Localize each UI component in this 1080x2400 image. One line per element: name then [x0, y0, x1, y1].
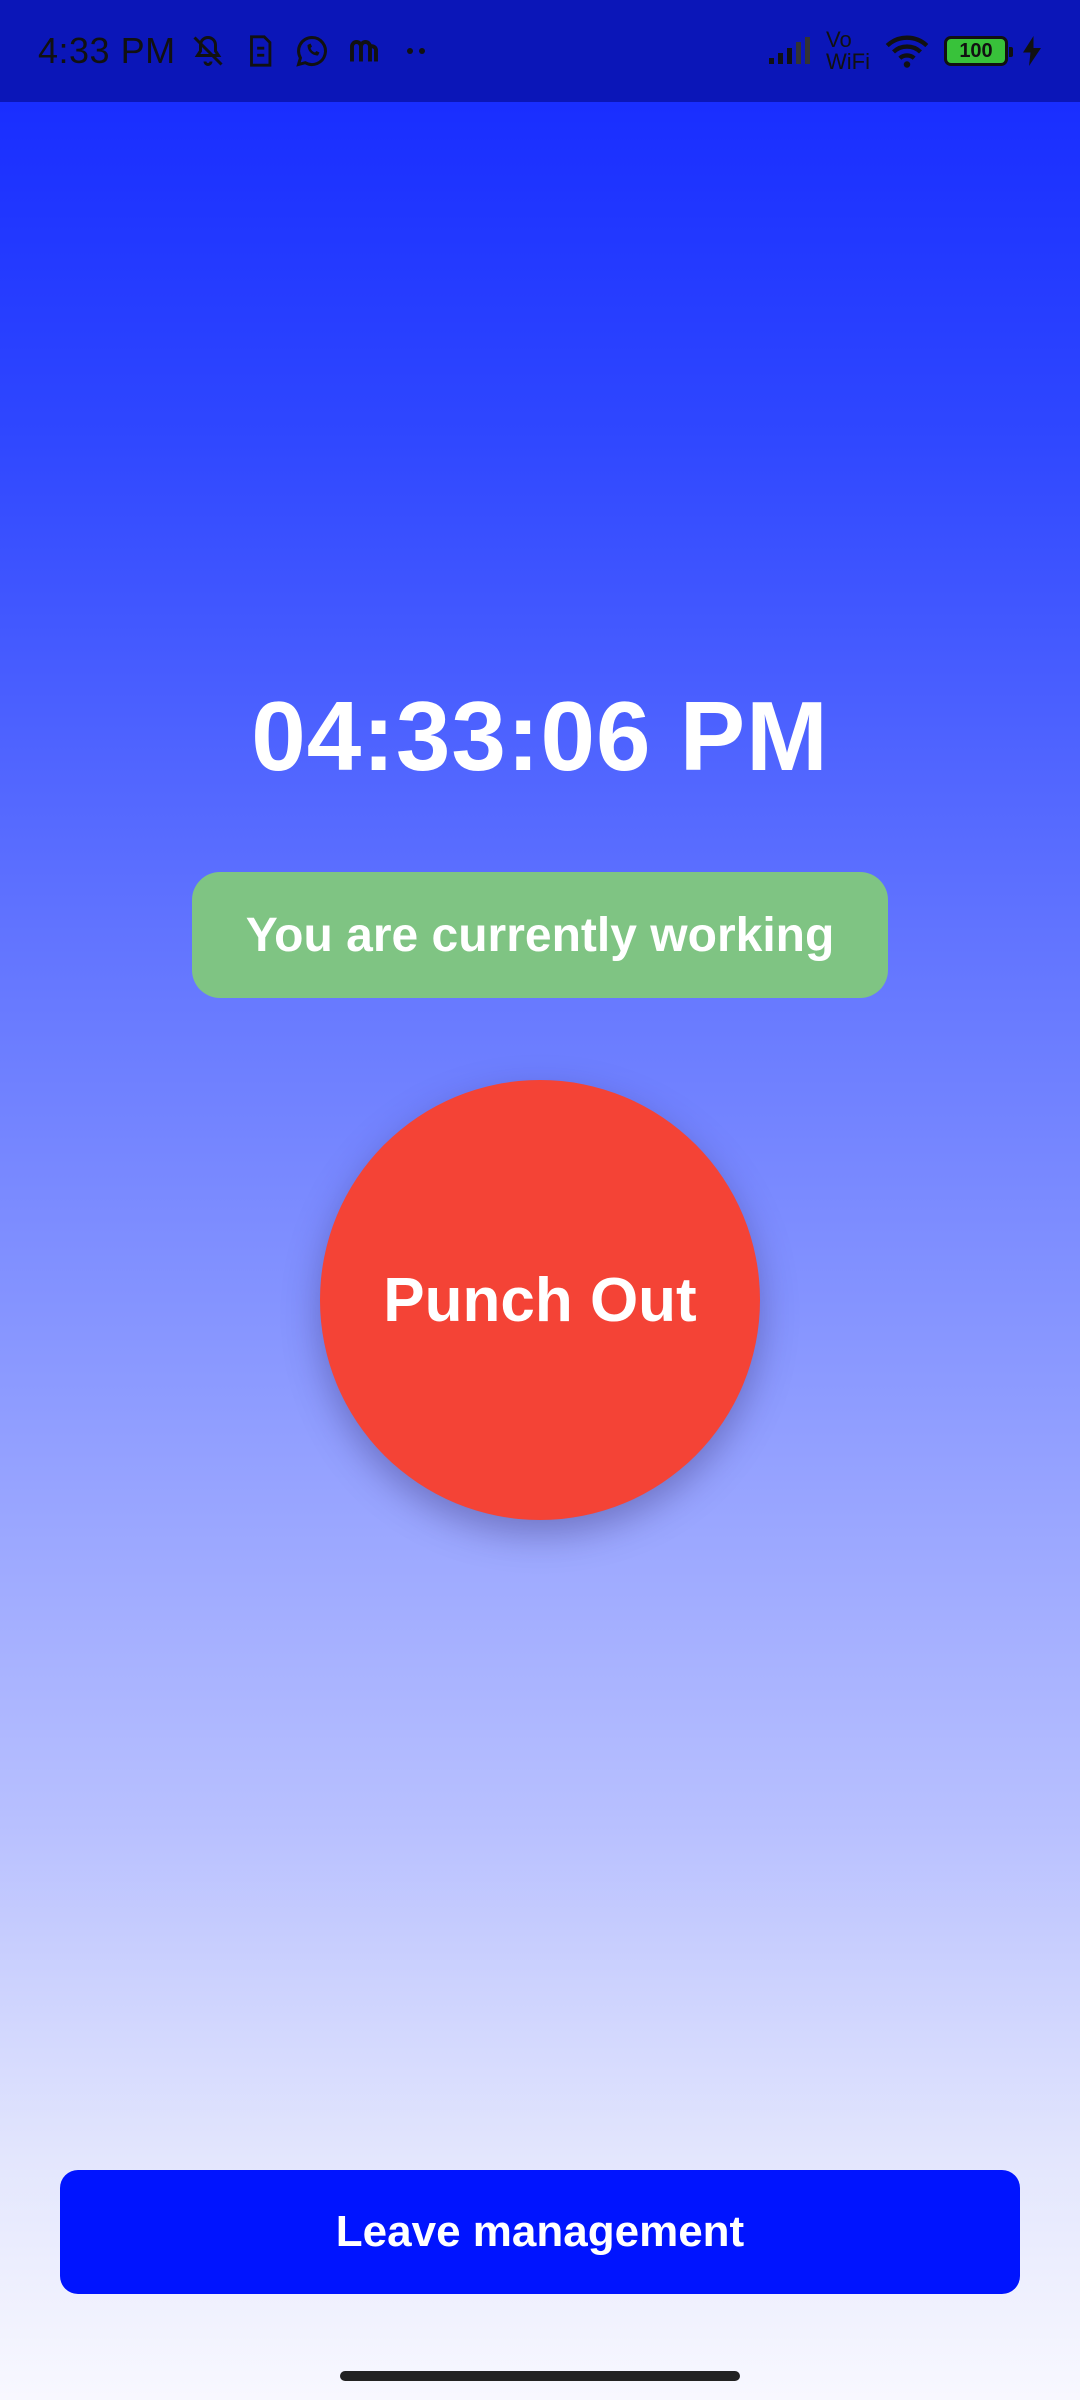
charging-bolt-icon [1020, 31, 1044, 71]
vowifi-label-top: Vo [826, 27, 852, 52]
status-bar: 4:33 PM Vo WiFi 100 [0, 0, 1080, 102]
app-screen: 4:33 PM Vo WiFi 100 04:33:06 PM You are … [0, 0, 1080, 2400]
current-time-display: 04:33:06 PM [251, 681, 829, 791]
more-dots-icon [396, 31, 436, 71]
vowifi-indicator: Vo WiFi [826, 29, 870, 73]
whatsapp-icon [292, 31, 332, 71]
m-app-icon [344, 31, 384, 71]
wifi-icon [882, 31, 932, 71]
status-time: 4:33 PM [38, 30, 176, 71]
status-bar-right: Vo WiFi 100 [766, 0, 1044, 102]
battery-level: 100 [959, 39, 993, 62]
status-bar-left: 4:33 PM [38, 0, 436, 102]
bell-off-icon [188, 31, 228, 71]
punch-out-button[interactable]: Punch Out [320, 1080, 760, 1520]
leave-management-button[interactable]: Leave management [60, 2170, 1020, 2294]
vowifi-label-bottom: WiFi [826, 49, 870, 74]
sim-alert-icon [240, 31, 280, 71]
home-indicator[interactable] [340, 2371, 740, 2381]
cellular-signal-icon [766, 31, 814, 71]
work-status-badge: You are currently working [192, 872, 888, 998]
battery-icon: 100 [944, 36, 1013, 66]
